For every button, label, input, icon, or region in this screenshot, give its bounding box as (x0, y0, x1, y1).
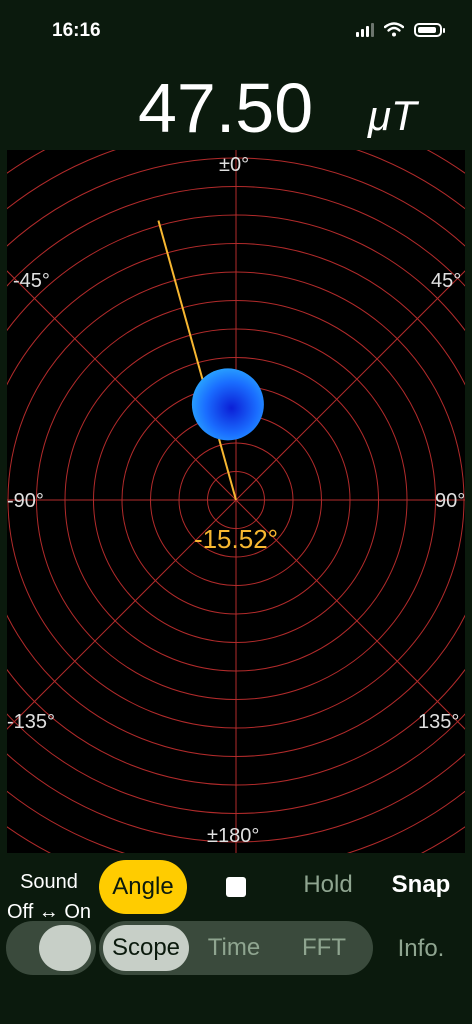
label-neg135: -135° (7, 711, 56, 733)
field-value: 47.50 (138, 69, 314, 147)
polar-grid (7, 150, 465, 853)
wifi-icon (384, 22, 404, 37)
angle-button[interactable]: Angle (99, 860, 187, 914)
battery-icon (414, 22, 445, 37)
field-readout: 47.50 μT (0, 70, 472, 150)
stop-icon[interactable] (226, 877, 246, 897)
hold-button[interactable]: Hold (285, 871, 371, 899)
toggle-knob (39, 925, 91, 971)
tab-fft[interactable]: FFT (281, 921, 367, 975)
label-45: 45° (431, 270, 462, 292)
sound-toggle[interactable] (6, 921, 96, 975)
info-button[interactable]: Info. (380, 935, 462, 963)
cellular-signal-icon (356, 22, 374, 37)
label-0: ±0° (219, 154, 250, 176)
label-90: 90° (435, 490, 466, 512)
label-135: 135° (418, 711, 460, 733)
field-unit: μT (368, 92, 417, 139)
field-dot (191, 368, 264, 441)
sound-label: Sound Off ↔ On (6, 871, 92, 923)
status-time: 16:16 (52, 20, 101, 41)
label-neg90: -90° (7, 490, 44, 512)
label-180: ±180° (207, 825, 260, 847)
polar-scope: ±0° -45° 45° -90° 90° -135° 135° ±180° -… (7, 150, 465, 853)
snap-button[interactable]: Snap (380, 871, 462, 899)
tab-scope[interactable]: Scope (103, 925, 189, 971)
control-panel: Sound Off ↔ On Angle Hold Snap Scope Tim… (0, 853, 472, 1024)
status-icons (356, 22, 445, 37)
mode-segmented-control: Scope Time FFT (99, 921, 373, 975)
angle-reading: -15.52° (193, 524, 279, 554)
tab-time[interactable]: Time (191, 921, 277, 975)
label-neg45: -45° (13, 270, 50, 292)
status-bar: 16:16 (0, 0, 472, 60)
